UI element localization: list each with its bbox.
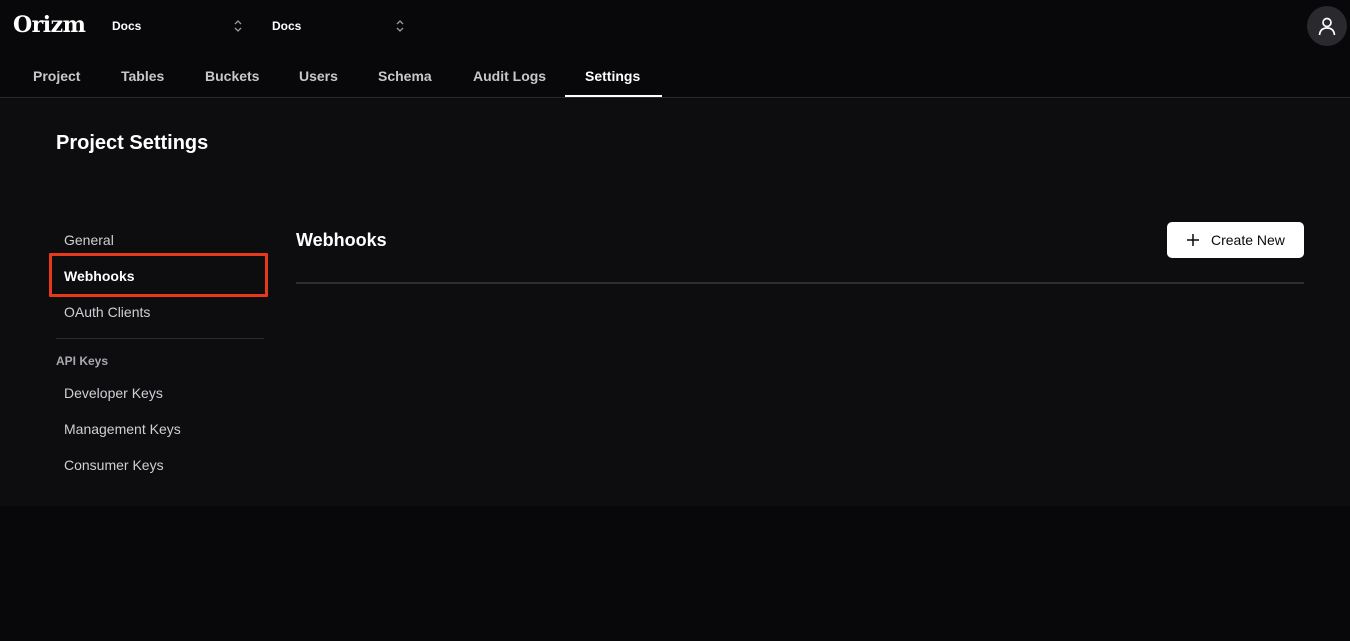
section-title: Webhooks [296, 230, 387, 250]
tab-users[interactable]: Users [299, 52, 338, 98]
project-selector-label: Docs [272, 19, 302, 33]
main-tabs: Project Tables Buckets Users Schema Audi… [0, 52, 1350, 98]
tab-settings[interactable]: Settings [585, 52, 640, 98]
organization-selector[interactable]: Docs [112, 14, 246, 38]
organization-selector-label: Docs [112, 19, 142, 33]
sidebar-section-label: API Keys [56, 354, 109, 368]
user-avatar-button[interactable] [1307, 6, 1347, 46]
selection-highlight-box [49, 253, 268, 297]
sidebar-item-developer-keys[interactable]: Developer Keys [64, 385, 163, 401]
active-tab-indicator [565, 95, 662, 97]
sidebar-item-management-keys[interactable]: Management Keys [64, 421, 181, 437]
tab-audit-logs[interactable]: Audit Logs [473, 52, 546, 98]
tab-buckets[interactable]: Buckets [205, 52, 259, 98]
settings-content: Project Settings General Webhooks OAuth … [0, 98, 1350, 506]
sidebar-item-general[interactable]: General [64, 232, 114, 248]
sidebar-item-oauth-clients[interactable]: OAuth Clients [64, 304, 150, 320]
user-icon [1318, 17, 1336, 36]
tab-schema[interactable]: Schema [378, 52, 432, 98]
tab-project[interactable]: Project [33, 52, 80, 98]
sidebar-item-consumer-keys[interactable]: Consumer Keys [64, 457, 164, 473]
chevron-up-down-icon [234, 20, 242, 32]
sidebar-divider [56, 338, 264, 339]
section-divider [296, 282, 1304, 284]
plus-icon [1187, 234, 1199, 246]
app-logo[interactable]: Orizm [13, 12, 86, 38]
tab-tables[interactable]: Tables [121, 52, 164, 98]
top-bar: Orizm Docs Docs [0, 0, 1350, 52]
project-selector[interactable]: Docs [272, 14, 406, 38]
create-new-label: Create New [1211, 232, 1285, 248]
page-title: Project Settings [56, 132, 209, 154]
create-new-button[interactable]: Create New [1167, 222, 1304, 258]
chevron-up-down-icon [396, 20, 404, 32]
